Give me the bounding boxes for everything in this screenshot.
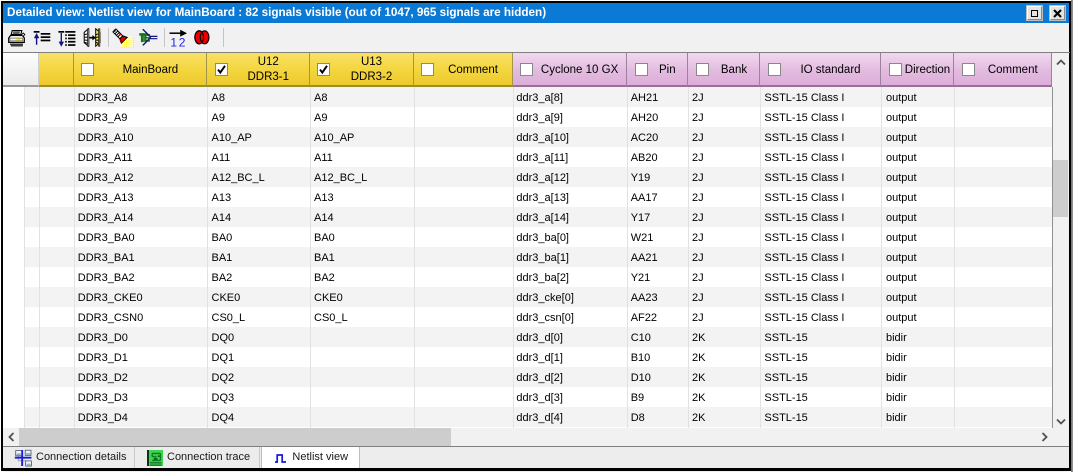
svg-text:2: 2 — [179, 36, 186, 50]
svg-text:1: 1 — [170, 36, 177, 50]
